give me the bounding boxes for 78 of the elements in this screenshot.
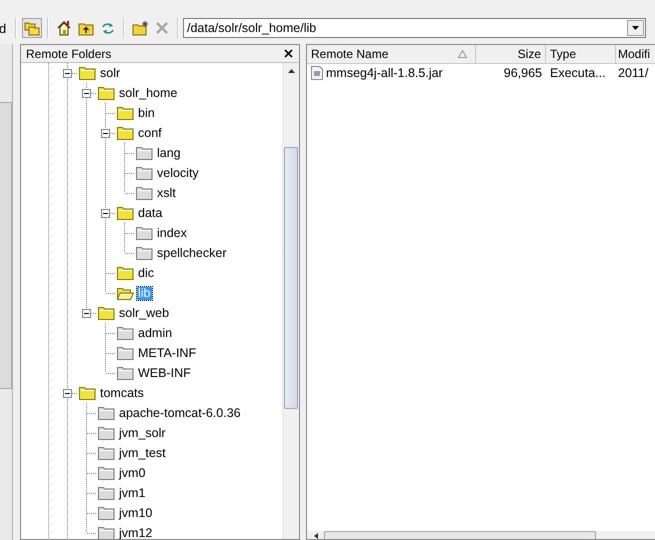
refresh-icon xyxy=(100,20,116,36)
folder-icon xyxy=(117,326,134,340)
folder-icon xyxy=(136,146,153,160)
tree-item[interactable]: META-INF xyxy=(137,346,198,360)
column-header[interactable]: Size xyxy=(476,45,546,64)
tree-item[interactable]: lang xyxy=(156,146,182,160)
column-header[interactable]: Modifi xyxy=(616,45,655,64)
collapse-toggle[interactable] xyxy=(82,309,91,318)
scrollbar[interactable] xyxy=(282,63,299,539)
collapse-toggle[interactable] xyxy=(101,129,110,138)
scroll-thumb[interactable] xyxy=(284,147,298,409)
toolbar-button[interactable] xyxy=(130,18,150,38)
file-icon xyxy=(311,66,323,80)
folder-icon xyxy=(117,266,134,280)
tree-item[interactable]: tomcats xyxy=(99,386,145,400)
address-combo-box[interactable]: /data/solr/solr_home/lib xyxy=(183,18,646,38)
scrollbar[interactable] xyxy=(307,531,655,539)
delete-icon xyxy=(154,20,170,36)
folder-icon xyxy=(79,66,96,80)
collapse-toggle[interactable] xyxy=(101,209,110,218)
tree-item[interactable]: conf xyxy=(137,126,163,140)
folder-icon xyxy=(98,486,115,500)
tree-item[interactable]: index xyxy=(156,226,188,240)
folder-icon xyxy=(79,386,96,400)
tree-item[interactable]: jvm_test xyxy=(118,446,167,460)
column-header[interactable]: Remote Name xyxy=(307,45,476,64)
folder-icon xyxy=(98,406,115,420)
tree-item[interactable]: solr_home xyxy=(118,86,178,100)
folder-icon xyxy=(117,106,134,120)
tree-item[interactable]: solr xyxy=(99,66,122,80)
folders-icon xyxy=(24,20,40,36)
tree-item[interactable]: apache-tomcat-6.0.36 xyxy=(118,406,242,420)
tree-item[interactable]: spellchecker xyxy=(156,246,228,260)
tree-item[interactable]: dic xyxy=(137,266,155,280)
collapse-toggle[interactable] xyxy=(63,389,72,398)
folder-icon xyxy=(98,466,115,480)
folder-icon xyxy=(117,126,134,140)
tree-item[interactable]: data xyxy=(137,206,164,220)
folder-icon xyxy=(136,226,153,240)
panel-title: Remote Folders xyxy=(26,46,112,60)
folder-icon xyxy=(117,206,134,220)
new-folder-icon xyxy=(132,20,148,36)
scroll-thumb[interactable] xyxy=(0,102,12,389)
tree-item[interactable]: jvm0 xyxy=(118,466,146,480)
tree-item[interactable]: admin xyxy=(137,326,174,340)
column-header[interactable]: Type xyxy=(546,45,616,64)
folder-icon xyxy=(98,426,115,440)
tree-item[interactable]: jvm12 xyxy=(118,526,154,539)
tree-item[interactable]: jvm_solr xyxy=(118,426,167,440)
collapse-toggle[interactable] xyxy=(63,69,72,78)
tree-item[interactable]: velocity xyxy=(156,166,200,180)
table-cell: Executa... xyxy=(550,66,606,80)
tree-item[interactable]: bin xyxy=(137,106,156,120)
arrow-up-icon xyxy=(288,69,294,73)
table-cell: 2011/ xyxy=(618,66,648,80)
tree-item[interactable]: WEB-INF xyxy=(137,366,192,380)
folder-icon xyxy=(98,446,115,460)
folder-icon xyxy=(136,246,153,260)
dropdown-button[interactable] xyxy=(627,20,644,36)
file-name[interactable]: mmseg4j-all-1.8.5.jar xyxy=(326,66,443,80)
home-icon xyxy=(56,20,72,36)
folder-icon xyxy=(117,366,134,380)
folder-icon xyxy=(98,506,115,520)
close-icon[interactable] xyxy=(284,49,293,58)
open-folder-icon xyxy=(117,286,134,300)
folder-icon xyxy=(136,186,153,200)
folder-icon xyxy=(117,346,134,360)
tree-item[interactable]: solr_web xyxy=(118,306,170,320)
folder-icon xyxy=(136,166,153,180)
tree-item[interactable]: xslt xyxy=(156,186,177,200)
tree-item[interactable]: jvm10 xyxy=(118,506,154,520)
collapse-toggle[interactable] xyxy=(82,89,91,98)
arrow-left-icon xyxy=(314,533,318,539)
table-cell: 96,965 xyxy=(504,66,542,80)
folder-icon xyxy=(98,86,115,100)
tree-item[interactable]: jvm1 xyxy=(118,486,146,500)
folder-icon xyxy=(98,306,115,320)
caret-icon xyxy=(632,26,639,30)
